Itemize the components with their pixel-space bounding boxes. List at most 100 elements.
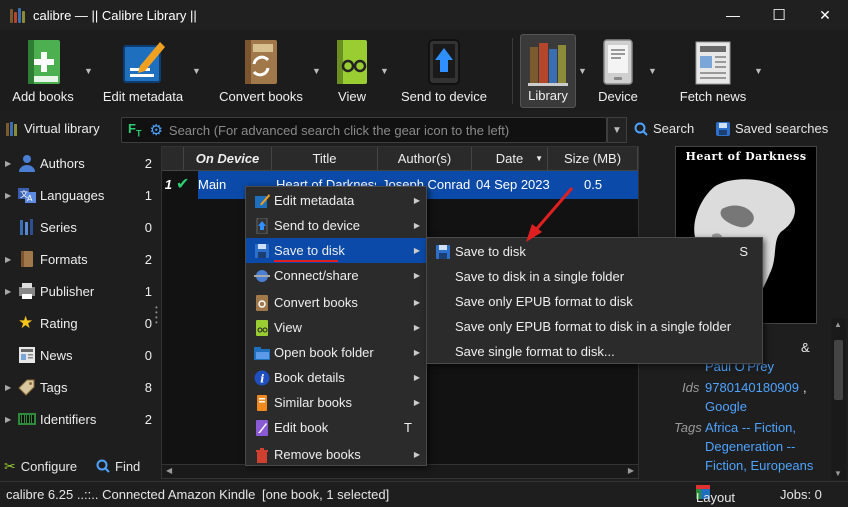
view-button[interactable]: View: [326, 34, 378, 108]
convert-books-button[interactable]: Convert books: [214, 34, 308, 108]
tag-link[interactable]: Fiction, Europeans: [705, 458, 813, 473]
menu-item-label: Send to device: [274, 218, 361, 233]
view-dropdown-icon[interactable]: ▼: [380, 66, 390, 76]
library-button[interactable]: Library: [520, 34, 576, 108]
jobs-status[interactable]: Jobs: 0: [780, 487, 822, 502]
tag-link[interactable]: Africa -- Fiction,: [705, 420, 796, 435]
add-books-dropdown-icon[interactable]: ▼: [84, 66, 94, 76]
layout-button[interactable]: Layout: [696, 485, 735, 505]
sidebar-item-tags[interactable]: ▶ Tags 8: [0, 372, 158, 402]
submenu-item-save-epub-single-folder[interactable]: Save only EPUB format to disk in a singl…: [427, 314, 762, 339]
sidebar-item-count: 1: [144, 283, 152, 299]
submenu-item-save-to-disk[interactable]: Save to disk S: [427, 239, 762, 264]
gear-icon[interactable]: ⚙: [149, 121, 162, 139]
column-header-on-device[interactable]: On Device: [184, 147, 272, 171]
column-header-size[interactable]: Size (MB): [548, 147, 638, 171]
saved-searches-button[interactable]: Saved searches: [716, 121, 828, 136]
maximize-button[interactable]: ☐: [756, 0, 802, 30]
formatting-icon[interactable]: FT: [128, 121, 141, 139]
library-dropdown-icon[interactable]: ▼: [578, 66, 588, 76]
find-label: Find: [115, 458, 141, 474]
scroll-up-icon[interactable]: ▲: [834, 320, 842, 329]
scroll-down-icon[interactable]: ▼: [834, 469, 842, 478]
search-button[interactable]: Search: [634, 121, 694, 136]
menu-item-send-to-device[interactable]: Send to device ▶: [246, 213, 426, 238]
fetch-news-button[interactable]: Fetch news: [672, 34, 754, 108]
sidebar-item-news[interactable]: News 0: [0, 340, 158, 370]
submenu-arrow-icon: ▶: [413, 398, 420, 407]
menu-item-book-details[interactable]: i Book details ▶: [246, 365, 426, 390]
submenu-item-shortcut: S: [739, 244, 748, 259]
similar-books-icon: [257, 394, 267, 411]
menu-item-edit-metadata[interactable]: Edit metadata ▶: [246, 188, 426, 213]
virtual-library-label: Virtual library: [24, 121, 100, 136]
device-dropdown-icon[interactable]: ▼: [648, 66, 658, 76]
virtual-library-button[interactable]: Virtual library: [6, 121, 100, 136]
expand-arrow-icon[interactable]: ▶: [5, 415, 11, 424]
google-link[interactable]: Google: [705, 399, 747, 414]
submenu-arrow-icon: ▶: [413, 348, 420, 357]
search-input[interactable]: FT ⚙ Search (For advanced search click t…: [121, 117, 607, 143]
sidebar-item-rating[interactable]: ★ Rating 0: [0, 308, 158, 338]
search-bar: Virtual library FT ⚙ Search (For advance…: [0, 113, 848, 145]
column-header-authors[interactable]: Author(s): [378, 147, 472, 171]
submenu-item-label: Save single format to disk...: [455, 344, 615, 359]
expand-arrow-icon[interactable]: ▶: [5, 383, 11, 392]
menu-item-connect-share[interactable]: Connect/share ▶: [246, 263, 426, 288]
column-header-date[interactable]: Date ▼: [472, 147, 548, 171]
edit-metadata-button[interactable]: Edit metadata: [98, 34, 188, 108]
sidebar-item-label: Series: [40, 219, 77, 235]
calibre-app-icon: [9, 7, 25, 23]
folder-icon: [254, 346, 270, 360]
menu-item-save-to-disk[interactable]: Save to disk ▶: [246, 238, 426, 263]
row-number: 1: [162, 171, 172, 199]
menu-item-remove-books[interactable]: Remove books ▶: [246, 442, 426, 467]
sidebar-item-languages[interactable]: ▶ 文A Languages 1: [0, 180, 158, 210]
expand-arrow-icon[interactable]: ▶: [5, 287, 11, 296]
close-button[interactable]: ✕: [802, 0, 848, 30]
details-scrollbar[interactable]: ▲ ▼: [831, 318, 846, 480]
sidebar-item-identifiers[interactable]: ▶ Identifiers 2: [0, 404, 158, 434]
device-button[interactable]: Device: [594, 34, 642, 108]
submenu-item-save-epub[interactable]: Save only EPUB format to disk: [427, 289, 762, 314]
formats-icon: [21, 251, 33, 267]
submenu-item-save-single-format[interactable]: Save single format to disk...: [427, 339, 762, 364]
submenu-item-save-single-folder[interactable]: Save to disk in a single folder: [427, 264, 762, 289]
sidebar-item-authors[interactable]: ▶ Authors 2: [0, 148, 158, 178]
search-history-dropdown[interactable]: ▼: [607, 117, 627, 143]
save-to-disk-submenu: Save to disk S Save to disk in a single …: [426, 237, 763, 364]
sidebar-item-series[interactable]: Series 0: [0, 212, 158, 242]
menu-item-view[interactable]: View ▶: [246, 315, 426, 340]
expand-arrow-icon[interactable]: ▶: [5, 191, 11, 200]
find-button[interactable]: Find: [96, 455, 140, 477]
star-icon: ★: [18, 313, 34, 332]
sidebar-item-publisher[interactable]: ▶ Publisher 1: [0, 276, 158, 306]
expand-arrow-icon[interactable]: ▶: [5, 255, 11, 264]
minimize-button[interactable]: —: [710, 0, 756, 30]
convert-books-dropdown-icon[interactable]: ▼: [312, 66, 322, 76]
scrollbar-thumb[interactable]: [834, 340, 843, 400]
menu-item-open-book-folder[interactable]: Open book folder ▶: [246, 340, 426, 365]
scroll-left-icon[interactable]: ◀: [166, 466, 172, 475]
menu-item-edit-book[interactable]: Edit book T: [246, 415, 426, 440]
menu-item-label: Save to disk: [274, 243, 345, 258]
submenu-arrow-icon: ▶: [413, 298, 420, 307]
splitter-handle[interactable]: • • • •: [155, 304, 158, 327]
scroll-right-icon[interactable]: ▶: [628, 466, 634, 475]
menu-item-convert-books[interactable]: Convert books ▶: [246, 290, 426, 315]
add-books-button[interactable]: Add books: [4, 34, 82, 108]
edit-metadata-dropdown-icon[interactable]: ▼: [192, 66, 202, 76]
tag-link[interactable]: Degeneration --: [705, 439, 795, 454]
menu-item-similar-books[interactable]: Similar books ▶: [246, 390, 426, 415]
sidebar-item-count: 2: [144, 411, 152, 427]
save-to-disk-icon: [255, 243, 269, 258]
configure-button[interactable]: ✂ Configure: [4, 455, 77, 477]
send-to-device-icon: [428, 39, 460, 85]
send-to-device-button[interactable]: Send to device: [398, 34, 490, 108]
sidebar-item-formats[interactable]: ▶ Formats 2: [0, 244, 158, 274]
expand-arrow-icon[interactable]: ▶: [5, 159, 11, 168]
column-header-title[interactable]: Title: [272, 147, 378, 171]
isbn-link[interactable]: 9780140180909: [705, 380, 799, 395]
row-number-header: [162, 147, 184, 171]
fetch-news-dropdown-icon[interactable]: ▼: [754, 66, 764, 76]
